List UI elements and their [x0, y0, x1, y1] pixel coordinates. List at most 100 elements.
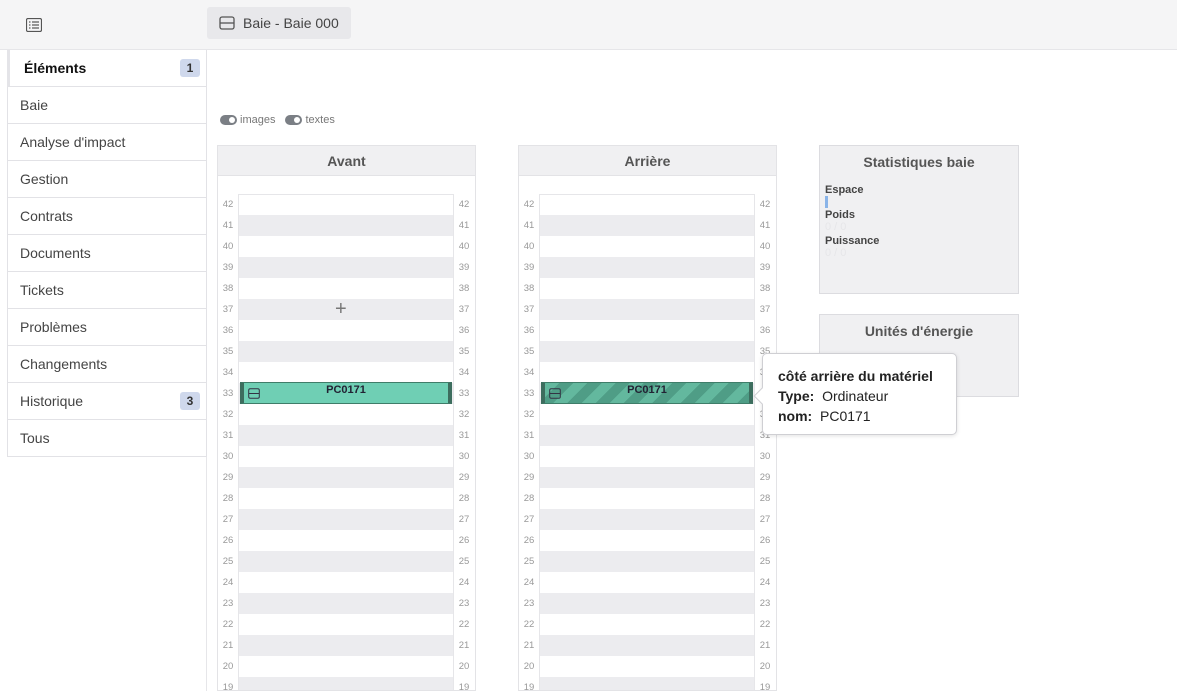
sidebar-item-label: Analyse d'impact	[20, 134, 126, 150]
rack-slot[interactable]	[540, 635, 754, 656]
unit-number-right: 35	[458, 346, 470, 357]
rack-unit-row: 35 35	[519, 341, 776, 362]
page-title-tab[interactable]: Baie - Baie 000	[207, 7, 351, 39]
rack-slot[interactable]	[239, 635, 453, 656]
rack-slot[interactable]	[239, 362, 453, 383]
sidebar-item[interactable]: Problèmes	[7, 309, 207, 346]
rack-slot[interactable]	[540, 215, 754, 236]
unit-number-right: 34	[458, 367, 470, 378]
rack-unit-row: 41 41	[218, 215, 475, 236]
sidebar-item[interactable]: Historique 3	[7, 383, 207, 420]
rack-slot[interactable]	[239, 194, 453, 215]
sidebar-item[interactable]: Éléments 1	[7, 50, 207, 87]
rack-unit-row: 37 37	[519, 299, 776, 320]
unit-number-left: 36	[523, 325, 535, 336]
rack-slot[interactable]	[540, 614, 754, 635]
rack-slot[interactable]	[540, 257, 754, 278]
texts-switch[interactable]	[285, 115, 303, 125]
images-toggle[interactable]: images	[220, 114, 275, 126]
images-switch[interactable]	[220, 115, 237, 125]
rack-slot[interactable]	[239, 572, 453, 593]
rack-slot[interactable]	[540, 278, 754, 299]
sidebar-item[interactable]: Gestion	[7, 161, 207, 198]
sidebar-item[interactable]: Analyse d'impact	[7, 124, 207, 161]
rack-unit-row: 19 19	[519, 677, 776, 690]
unit-number-right: 21	[458, 640, 470, 651]
rack-slot[interactable]	[540, 509, 754, 530]
rack-slot[interactable]	[239, 467, 453, 488]
rack-slot[interactable]	[540, 362, 754, 383]
rack-slot[interactable]	[239, 677, 453, 690]
rack-unit-row: 20 20	[519, 656, 776, 677]
rack-slot[interactable]	[239, 551, 453, 572]
rack-slot[interactable]	[540, 194, 754, 215]
list-icon[interactable]	[26, 18, 42, 32]
rack-slot[interactable]	[239, 488, 453, 509]
unit-number-right: 38	[759, 283, 771, 294]
rack-unit-row: 41 41	[519, 215, 776, 236]
rack-slot[interactable]	[540, 467, 754, 488]
rack-slot[interactable]	[540, 593, 754, 614]
sidebar-item-label: Changements	[20, 356, 108, 372]
sidebar-item-label: Problèmes	[20, 319, 87, 335]
rack-slot[interactable]	[239, 509, 453, 530]
rack-unit-row: 21 21	[519, 635, 776, 656]
rack-unit-row: 30 30	[519, 446, 776, 467]
sidebar-item[interactable]: Tous	[7, 420, 207, 457]
rack-slot[interactable]	[540, 320, 754, 341]
rack-slot[interactable]	[239, 341, 453, 362]
rack-slot[interactable]	[540, 404, 754, 425]
unit-number-right: 39	[759, 262, 771, 273]
rack-unit-row: 3434	[519, 362, 776, 383]
sidebar-item[interactable]: Tickets	[7, 272, 207, 309]
sidebar-item[interactable]: Documents	[7, 235, 207, 272]
texts-toggle[interactable]: textes	[285, 114, 335, 126]
rack-slot[interactable]	[540, 236, 754, 257]
rack-slot[interactable]	[540, 572, 754, 593]
rack-unit-row: 38 38	[218, 278, 475, 299]
rack-slot[interactable]	[239, 257, 453, 278]
rack-slot[interactable]	[540, 446, 754, 467]
rack-slot[interactable]	[239, 593, 453, 614]
rack-slot[interactable]	[239, 530, 453, 551]
unit-number-right: 30	[458, 451, 470, 462]
rack-slot[interactable]	[540, 530, 754, 551]
unit-number-left: 41	[523, 220, 535, 231]
rack-slot[interactable]	[540, 425, 754, 446]
unit-number-left: 22	[222, 619, 234, 630]
unit-number-right: 21	[759, 640, 771, 651]
rack-slot[interactable]	[540, 341, 754, 362]
tooltip-type-value: Ordinateur	[822, 388, 889, 404]
texts-toggle-label: textes	[305, 114, 335, 126]
rack-slot[interactable]	[540, 488, 754, 509]
rack-device-front[interactable]: PC0171	[240, 382, 452, 404]
rack-slot[interactable]	[239, 446, 453, 467]
sidebar-item[interactable]: Baie	[7, 87, 207, 124]
sidebar-item-label: Éléments	[24, 60, 87, 76]
sidebar-item[interactable]: Contrats	[7, 198, 207, 235]
sidebar-item[interactable]: Changements	[7, 346, 207, 383]
add-item-icon[interactable]: +	[335, 298, 347, 321]
unit-number-right: 40	[458, 241, 470, 252]
sidebar-item-label: Tickets	[20, 282, 64, 298]
rack-slot[interactable]	[239, 320, 453, 341]
top-bar: Baie - Baie 000	[0, 0, 1177, 50]
rack-slot[interactable]	[239, 425, 453, 446]
rack-slot[interactable]	[239, 278, 453, 299]
rack-slot[interactable]	[239, 236, 453, 257]
rack-unit-row: 40 40	[519, 236, 776, 257]
rack-slot[interactable]	[239, 215, 453, 236]
unit-number-left: 37	[523, 304, 535, 315]
rack-slot[interactable]	[239, 404, 453, 425]
rack-slot[interactable]	[239, 656, 453, 677]
rack-device-back[interactable]: PC0171	[541, 382, 753, 404]
unit-number-left: 21	[523, 640, 535, 651]
unit-number-right: 32	[458, 409, 470, 420]
rack-slot[interactable]	[540, 677, 754, 690]
rack-slot[interactable]	[540, 656, 754, 677]
rack-slot[interactable]	[239, 614, 453, 635]
rack-unit-row: 24 24	[218, 572, 475, 593]
rack-slot[interactable]	[540, 551, 754, 572]
unit-number-left: 33	[523, 388, 535, 399]
rack-slot[interactable]	[540, 299, 754, 320]
